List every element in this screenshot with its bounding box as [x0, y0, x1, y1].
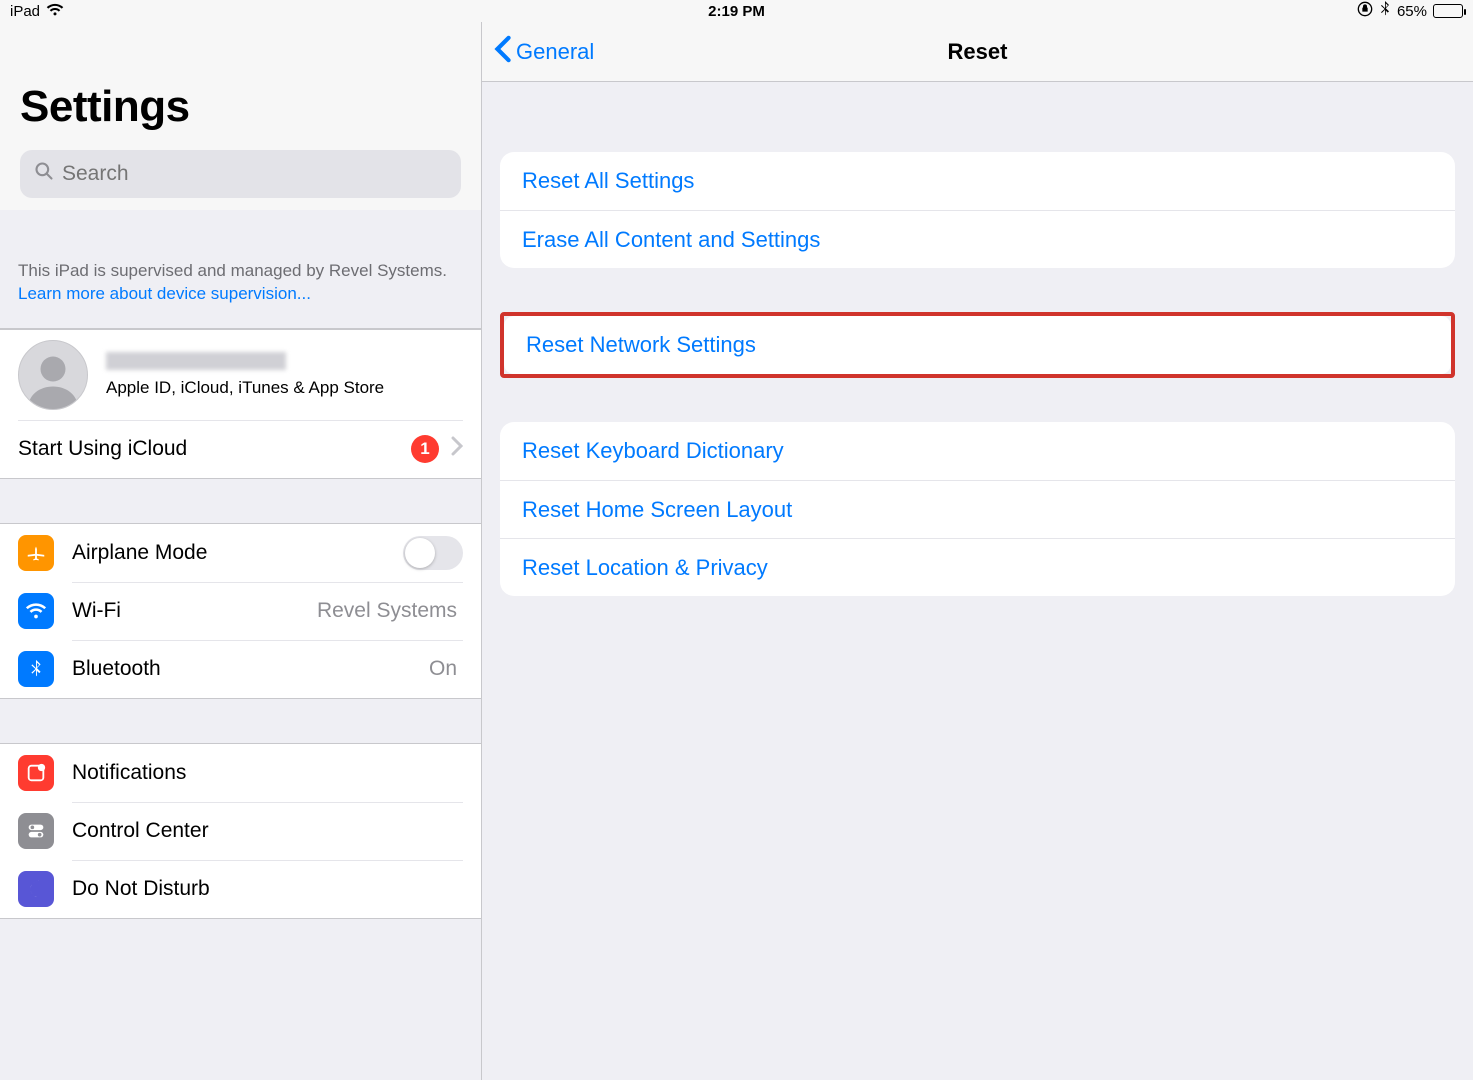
bluetooth-icon [1379, 1, 1391, 21]
reset-location-label: Reset Location & Privacy [522, 555, 768, 581]
chevron-right-icon [451, 436, 463, 462]
apple-id-row[interactable]: Apple ID, iCloud, iTunes & App Store [0, 330, 481, 420]
account-name-redacted [106, 352, 286, 370]
battery-icon [1433, 4, 1463, 18]
reset-group-3: Reset Keyboard Dictionary Reset Home Scr… [500, 422, 1455, 596]
dnd-icon [18, 871, 54, 907]
bluetooth-settings-icon [18, 651, 54, 687]
airplane-icon [18, 535, 54, 571]
bluetooth-label: Bluetooth [72, 657, 429, 681]
reset-all-settings[interactable]: Reset All Settings [500, 152, 1455, 210]
battery-percent: 65% [1397, 3, 1427, 20]
control-center-row[interactable]: Control Center [0, 802, 481, 860]
chevron-left-icon [494, 35, 516, 69]
orientation-lock-icon [1357, 1, 1373, 21]
notifications-label: Notifications [72, 761, 463, 785]
avatar [18, 340, 88, 410]
supervision-link[interactable]: Learn more about device supervision... [18, 284, 311, 303]
status-bar: iPad 2:19 PM 65% [0, 0, 1473, 22]
wifi-value: Revel Systems [317, 599, 457, 623]
control-center-label: Control Center [72, 819, 463, 843]
reset-group-1: Reset All Settings Erase All Content and… [500, 152, 1455, 268]
wifi-settings-icon [18, 593, 54, 629]
wifi-label: Wi-Fi [72, 599, 317, 623]
search-input[interactable] [62, 162, 447, 186]
control-center-icon [18, 813, 54, 849]
reset-home-screen[interactable]: Reset Home Screen Layout [500, 480, 1455, 538]
highlight-annotation: Reset Network Settings [500, 312, 1455, 378]
erase-all-content[interactable]: Erase All Content and Settings [500, 210, 1455, 268]
start-icloud-label: Start Using iCloud [18, 437, 411, 461]
notifications-row[interactable]: Notifications [0, 744, 481, 802]
reset-home-label: Reset Home Screen Layout [522, 497, 792, 523]
supervision-text: This iPad is supervised and managed by R… [18, 261, 447, 280]
search-icon [34, 161, 62, 187]
back-button[interactable]: General [494, 35, 594, 69]
bluetooth-row[interactable]: Bluetooth On [0, 640, 481, 698]
supervision-notice: This iPad is supervised and managed by R… [0, 210, 481, 329]
airplane-label: Airplane Mode [72, 541, 403, 565]
search-field[interactable] [20, 150, 461, 198]
settings-sidebar: Settings This iPad is supervised and man… [0, 22, 482, 1080]
reset-network-settings[interactable]: Reset Network Settings [504, 316, 1451, 374]
nav-bar: General Reset [482, 22, 1473, 82]
wifi-row[interactable]: Wi-Fi Revel Systems [0, 582, 481, 640]
dnd-row[interactable]: Do Not Disturb [0, 860, 481, 918]
device-label: iPad [10, 3, 40, 20]
reset-group-2: Reset Network Settings [504, 316, 1451, 374]
reset-keyboard-dictionary[interactable]: Reset Keyboard Dictionary [500, 422, 1455, 480]
erase-all-label: Erase All Content and Settings [522, 227, 820, 253]
bluetooth-value: On [429, 657, 457, 681]
reset-network-label: Reset Network Settings [526, 332, 756, 358]
notifications-icon [18, 755, 54, 791]
wifi-icon [46, 2, 64, 20]
back-label: General [516, 39, 594, 65]
clock: 2:19 PM [708, 3, 765, 20]
notification-badge: 1 [411, 435, 439, 463]
reset-location-privacy[interactable]: Reset Location & Privacy [500, 538, 1455, 596]
airplane-mode-row[interactable]: Airplane Mode [0, 524, 481, 582]
page-title: Settings [20, 82, 461, 132]
reset-all-label: Reset All Settings [522, 168, 694, 194]
start-icloud-row[interactable]: Start Using iCloud 1 [0, 420, 481, 478]
detail-pane: General Reset Reset All Settings Erase A… [482, 22, 1473, 1080]
detail-title: Reset [948, 39, 1008, 65]
account-subtitle: Apple ID, iCloud, iTunes & App Store [106, 378, 384, 398]
reset-keyboard-label: Reset Keyboard Dictionary [522, 438, 784, 464]
dnd-label: Do Not Disturb [72, 877, 463, 901]
airplane-toggle[interactable] [403, 536, 463, 570]
